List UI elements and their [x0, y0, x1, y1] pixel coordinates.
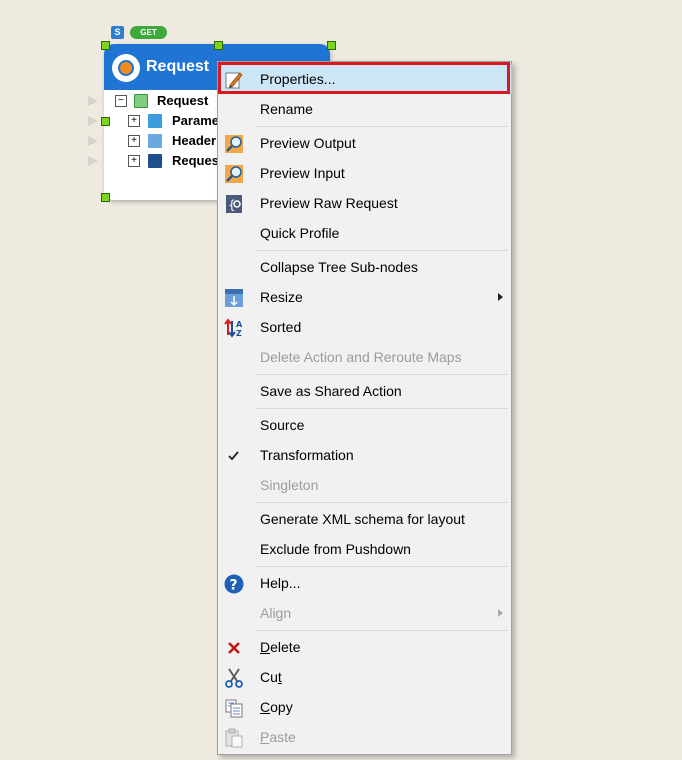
resize-handle-left-middle[interactable] — [101, 117, 110, 126]
menu-label: Transformation — [260, 447, 354, 463]
menu-item-source[interactable]: Source — [220, 410, 510, 440]
copy-icon — [225, 699, 243, 718]
delete-x-icon — [228, 642, 240, 654]
menu-label: Delete Action and Reroute Maps — [260, 349, 462, 365]
headers-icon — [148, 134, 162, 148]
sort-az-icon: A Z — [224, 318, 243, 338]
menu-label: Exclude from Pushdown — [260, 541, 411, 557]
menu-item-rename[interactable]: Rename — [220, 94, 510, 124]
resize-handle-top-right[interactable] — [327, 41, 336, 50]
resize-icon — [225, 289, 243, 307]
menu-item-delete-action-reroute: Delete Action and Reroute Maps — [220, 342, 510, 372]
gear-icon — [112, 54, 140, 82]
tree-label: Reques — [172, 153, 218, 168]
paste-icon — [225, 728, 243, 748]
menu-label: Source — [260, 417, 305, 433]
tree-row-request[interactable]: + Reques — [128, 152, 218, 170]
menu-label: Properties... — [260, 71, 336, 87]
submenu-arrow-icon — [498, 293, 503, 301]
expand-icon[interactable]: + — [128, 135, 140, 147]
preview-input-icon — [225, 165, 243, 183]
input-port-icon[interactable] — [88, 96, 98, 106]
menu-item-resize[interactable]: Resize — [220, 282, 510, 312]
menu-item-transformation[interactable]: Transformation — [220, 440, 510, 470]
menu-item-save-shared-action[interactable]: Save as Shared Action — [220, 376, 510, 406]
tree-label: Parame — [172, 113, 218, 128]
svg-text:Z: Z — [236, 329, 242, 338]
preview-raw-request-icon: { — [226, 195, 242, 213]
menu-separator — [256, 408, 508, 409]
tree-label: Header — [172, 133, 217, 148]
resize-handle-top-left[interactable] — [101, 41, 110, 50]
menu-label: Preview Raw Request — [260, 195, 398, 211]
menu-separator — [256, 250, 508, 251]
menu-item-copy[interactable]: Copy — [220, 692, 510, 722]
scissors-icon — [225, 668, 243, 688]
menu-label: Collapse Tree Sub-nodes — [260, 259, 418, 275]
menu-item-singleton: Singleton — [220, 470, 510, 500]
checkmark-icon — [228, 451, 239, 461]
edit-pencil-icon — [225, 72, 243, 89]
menu-label: Help... — [260, 575, 301, 591]
request-body-icon — [148, 154, 162, 168]
svg-text:A: A — [236, 320, 243, 329]
get-method-badge: GET — [130, 26, 167, 39]
menu-label: Resize — [260, 289, 303, 305]
menu-item-align: Align — [220, 598, 510, 628]
help-question-icon: ? — [224, 574, 244, 594]
menu-label: Paste — [260, 729, 296, 745]
menu-label: Quick Profile — [260, 225, 340, 241]
menu-label: Cut — [260, 669, 282, 685]
resize-handle-bottom-left[interactable] — [101, 193, 110, 202]
menu-item-properties[interactable]: Properties... — [220, 64, 512, 94]
input-port-icon[interactable] — [88, 116, 98, 126]
expand-icon[interactable]: + — [128, 115, 140, 127]
tree-row-headers[interactable]: + Header — [128, 132, 218, 150]
menu-item-preview-output[interactable]: Preview Output — [220, 128, 510, 158]
tree-row-parameters[interactable]: + Parame — [128, 112, 218, 130]
parameters-icon — [148, 114, 162, 128]
preview-output-icon — [225, 135, 243, 153]
element-icon — [134, 94, 148, 108]
menu-item-delete[interactable]: Delete — [220, 632, 510, 662]
menu-separator — [256, 374, 508, 375]
tree-label: Request — [157, 93, 209, 108]
menu-label: Generate XML schema for layout — [260, 511, 465, 527]
menu-label: Align — [260, 605, 292, 621]
expand-icon[interactable]: + — [128, 155, 140, 167]
context-menu: Properties... Rename Preview Output Prev… — [217, 61, 512, 755]
menu-item-quick-profile[interactable]: Quick Profile — [220, 218, 510, 248]
resize-handle-top-middle[interactable] — [214, 41, 223, 50]
menu-separator — [256, 630, 508, 631]
menu-label: Singleton — [260, 477, 319, 493]
menu-item-collapse-tree[interactable]: Collapse Tree Sub-nodes — [220, 252, 510, 282]
menu-item-cut[interactable]: Cut — [220, 662, 510, 692]
collapse-icon[interactable]: − — [115, 95, 127, 107]
menu-item-sorted[interactable]: A Z Sorted — [220, 312, 510, 342]
menu-label: Delete — [260, 639, 301, 655]
menu-separator — [256, 502, 508, 503]
menu-item-generate-xml-schema[interactable]: Generate XML schema for layout — [220, 504, 510, 534]
input-port-icon[interactable] — [88, 136, 98, 146]
menu-item-paste: Paste — [220, 722, 510, 752]
menu-label: Rename — [260, 101, 313, 117]
tree-row-root[interactable]: − Request — [115, 92, 215, 110]
menu-item-preview-input[interactable]: Preview Input — [220, 158, 510, 188]
submenu-arrow-icon — [498, 609, 503, 617]
input-port-icon[interactable] — [88, 156, 98, 166]
menu-label: Save as Shared Action — [260, 383, 402, 399]
svg-text:?: ? — [230, 578, 238, 594]
menu-item-exclude-pushdown[interactable]: Exclude from Pushdown — [220, 534, 510, 564]
menu-label: Copy — [260, 699, 293, 715]
menu-label: Preview Output — [260, 135, 356, 151]
menu-item-preview-raw-request[interactable]: { Preview Raw Request — [220, 188, 510, 218]
menu-separator — [256, 566, 508, 567]
menu-label: Sorted — [260, 319, 302, 335]
menu-separator — [256, 126, 508, 127]
node-title: Request — [146, 58, 210, 75]
menu-item-help[interactable]: ? Help... — [220, 568, 510, 598]
step-badge: S — [111, 26, 124, 39]
menu-label: Preview Input — [260, 165, 345, 181]
